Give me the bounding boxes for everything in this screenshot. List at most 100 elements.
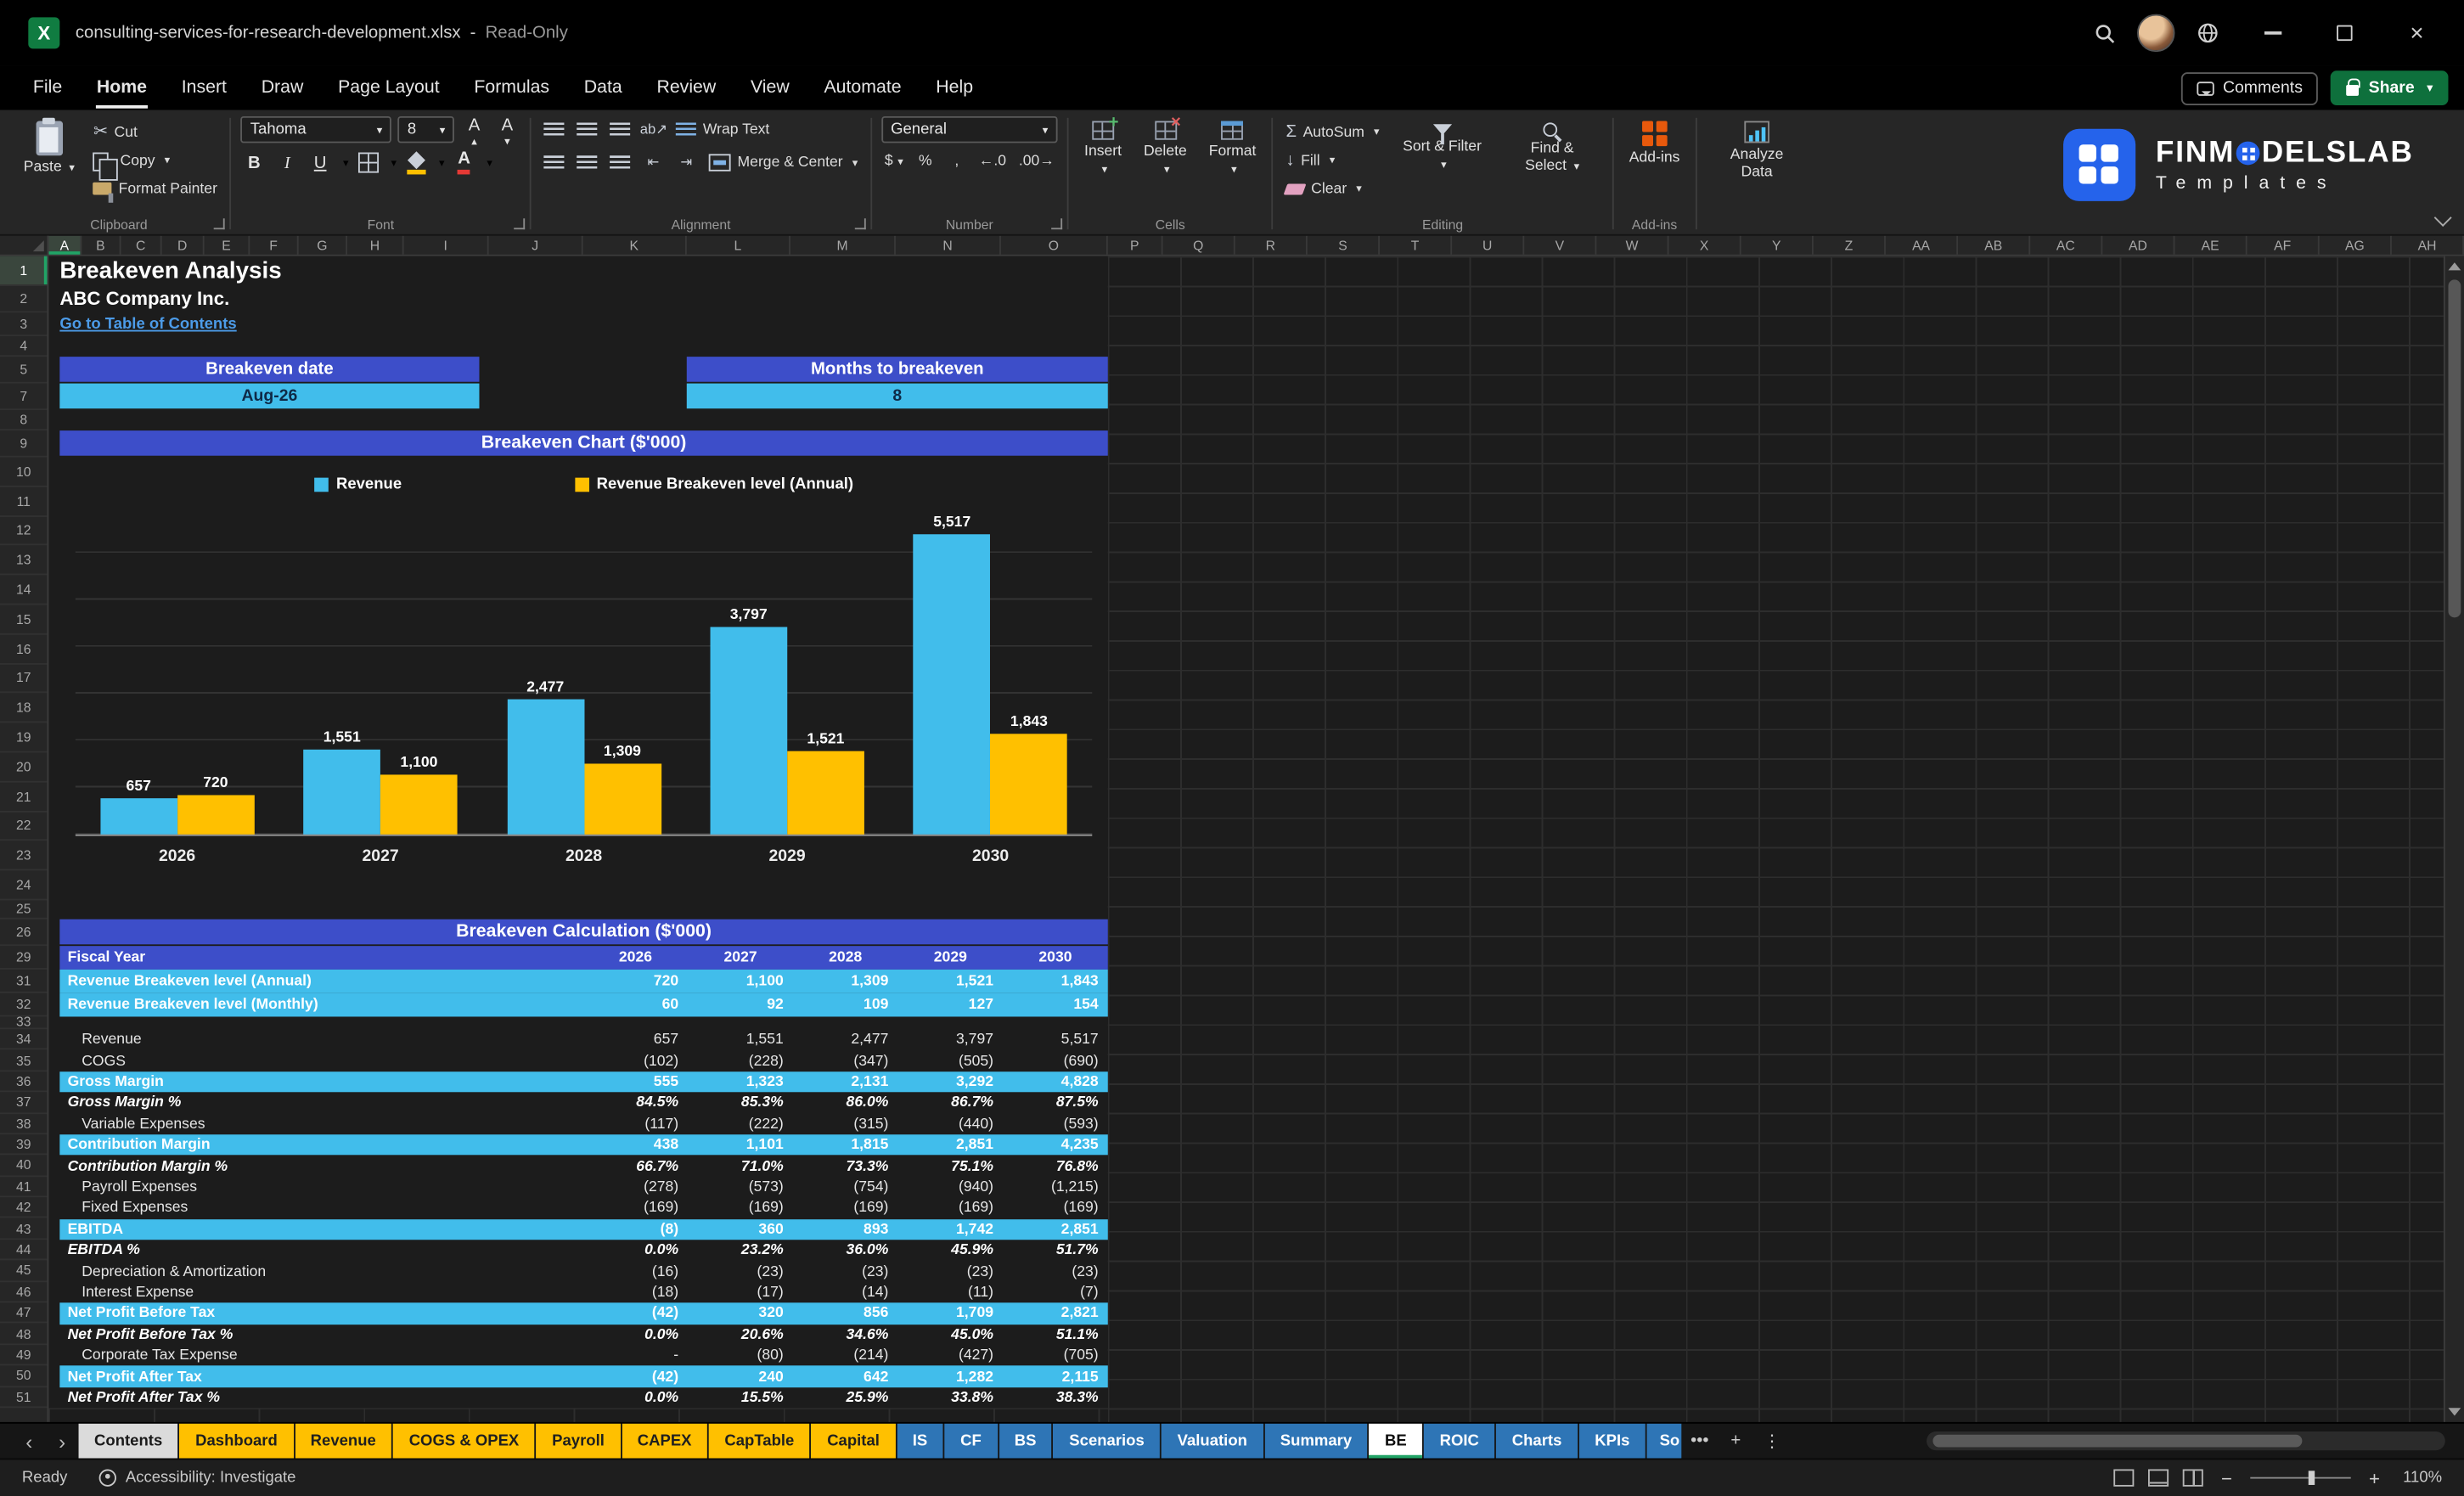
row-header-33[interactable]: 33 xyxy=(0,1015,48,1030)
row-header-31[interactable]: 31 xyxy=(0,970,48,993)
vertical-scrollbar[interactable] xyxy=(2443,256,2464,1422)
row-header-37[interactable]: 37 xyxy=(0,1093,48,1114)
cell-value[interactable]: 36.0% xyxy=(793,1241,898,1258)
cell-value[interactable]: 51.1% xyxy=(1003,1326,1108,1343)
cell-value[interactable]: 2,821 xyxy=(1003,1305,1108,1322)
row-header-10[interactable]: 10 xyxy=(0,458,48,487)
table-row-depreciation-amortization[interactable]: Depreciation & Amortization (16) (23) (23)(… xyxy=(59,1261,1107,1282)
table-row-net-profit-after-tax[interactable]: Net Profit After Tax % 0.0% 15.5% 25.9% 33.8… xyxy=(59,1387,1107,1409)
horizontal-scrollbar[interactable] xyxy=(1927,1431,2445,1451)
cell-value[interactable]: (705) xyxy=(1003,1347,1108,1364)
row-header-15[interactable]: 15 xyxy=(0,605,48,635)
format-cells-button[interactable]: Format ▾ xyxy=(1202,116,1263,183)
sheet-tab-kpis[interactable]: KPIs xyxy=(1578,1423,1645,1459)
menu-tab-help[interactable]: Help xyxy=(919,66,990,110)
font-size-combo[interactable]: 8 ▾ xyxy=(397,115,455,143)
row-header-8[interactable]: 8 xyxy=(0,410,48,431)
row-header-11[interactable]: 11 xyxy=(0,486,48,517)
cell-value[interactable]: (278) xyxy=(583,1178,689,1195)
row-header-20[interactable]: 20 xyxy=(0,752,48,783)
column-header-z[interactable]: Z xyxy=(1814,235,1886,255)
column-header-ag[interactable]: AG xyxy=(2320,235,2392,255)
cell-value[interactable]: 1,709 xyxy=(898,1305,1004,1322)
cell-value[interactable]: 109 xyxy=(793,996,898,1013)
menu-tab-page-layout[interactable]: Page Layout xyxy=(321,66,457,110)
zoom-out-button[interactable]: − xyxy=(2217,1467,2236,1489)
zoom-slider[interactable] xyxy=(2250,1469,2351,1486)
table-row-payroll-expenses[interactable]: Payroll Expenses (278) (573) (754) (940) (1,2… xyxy=(59,1177,1107,1198)
row-header-50[interactable]: 50 xyxy=(0,1366,48,1387)
cell-value[interactable]: 33.8% xyxy=(898,1389,1004,1406)
bar-revenue-breakeven-level-annual[interactable]: 1,521 xyxy=(787,731,864,835)
row-header-26[interactable]: 26 xyxy=(0,920,48,947)
bar[interactable] xyxy=(506,699,584,835)
cell-value[interactable]: 34.6% xyxy=(793,1326,898,1343)
table-row-ebitda[interactable]: EBITDA % 0.0% 23.2% 36.0% 45.9% 51.7% xyxy=(59,1240,1107,1261)
cell-value[interactable]: (18) xyxy=(583,1284,689,1301)
row-header-43[interactable]: 43 xyxy=(0,1218,48,1240)
bar[interactable] xyxy=(380,774,458,835)
cell-value[interactable]: 657 xyxy=(583,1031,689,1048)
row-header-21[interactable]: 21 xyxy=(0,782,48,813)
cell-value[interactable]: 320 xyxy=(688,1305,793,1322)
page-break-view-button[interactable] xyxy=(2182,1469,2203,1487)
row-header-9[interactable]: 9 xyxy=(0,430,48,458)
column-header-q[interactable]: Q xyxy=(1163,235,1235,255)
wrap-text-button[interactable]: Wrap Text xyxy=(673,117,773,143)
cell-value[interactable]: 720 xyxy=(583,973,689,990)
column-header-j[interactable]: J xyxy=(489,235,583,255)
find-select-button[interactable]: Find & Select ▾ xyxy=(1502,116,1602,181)
insert-cells-button[interactable]: Insert▾ xyxy=(1078,113,1128,183)
row-header-16[interactable]: 16 xyxy=(0,634,48,665)
cell-value[interactable]: 25.9% xyxy=(793,1389,898,1406)
bar-revenue[interactable]: 5,517 xyxy=(913,514,991,835)
column-header-af[interactable]: AF xyxy=(2247,235,2320,255)
sheet-tab-contents[interactable]: Contents xyxy=(78,1423,178,1459)
sheet-tab-so[interactable]: So xyxy=(1646,1423,1682,1459)
cell-value[interactable]: (440) xyxy=(898,1116,1004,1133)
column-header-x[interactable]: X xyxy=(1669,235,1741,255)
cell-value[interactable]: 154 xyxy=(1003,996,1108,1013)
menu-tab-automate[interactable]: Automate xyxy=(807,66,919,110)
cell-value[interactable]: 2,851 xyxy=(898,1136,1004,1153)
align-center-button[interactable] xyxy=(574,149,600,176)
row-header-46[interactable]: 46 xyxy=(0,1282,48,1303)
globe-icon[interactable] xyxy=(2185,9,2232,57)
cell-value[interactable]: 4,828 xyxy=(1003,1073,1108,1090)
column-header-ab[interactable]: AB xyxy=(1958,235,2031,255)
scroll-up-arrow[interactable] xyxy=(2445,256,2464,277)
cell-value[interactable]: 85.3% xyxy=(688,1094,793,1111)
font-color-button[interactable]: A xyxy=(451,149,477,176)
bar-revenue-breakeven-level-annual[interactable]: 1,843 xyxy=(990,713,1068,835)
cell-value[interactable]: 360 xyxy=(688,1221,793,1238)
column-header-o[interactable]: O xyxy=(1001,235,1108,255)
row-header-38[interactable]: 38 xyxy=(0,1113,48,1135)
menu-tab-insert[interactable]: Insert xyxy=(164,66,244,110)
align-top-button[interactable] xyxy=(541,116,567,143)
cell-value[interactable]: 1,101 xyxy=(688,1136,793,1153)
zoom-slider-thumb[interactable] xyxy=(2308,1471,2315,1485)
cell-value[interactable]: 1,309 xyxy=(793,973,898,990)
column-header-h[interactable]: H xyxy=(347,235,404,255)
minimize-button[interactable] xyxy=(2241,0,2304,66)
column-header-aa[interactable]: AA xyxy=(1886,235,1959,255)
cell-value[interactable]: (42) xyxy=(583,1368,689,1385)
paste-button[interactable]: Paste ▾ xyxy=(17,116,81,183)
row-header-39[interactable]: 39 xyxy=(0,1134,48,1156)
number-dialog-launcher[interactable] xyxy=(1051,218,1063,230)
table-row-fixed-expenses[interactable]: Fixed Expenses (169) (169) (169) (169) (169) xyxy=(59,1198,1107,1219)
cell-value[interactable]: (42) xyxy=(583,1305,689,1322)
row-header-18[interactable]: 18 xyxy=(0,694,48,723)
cell-value[interactable]: (169) xyxy=(1003,1200,1108,1217)
sheet-tab-is[interactable]: IS xyxy=(897,1423,943,1459)
cell-value[interactable]: 1,282 xyxy=(898,1368,1004,1385)
table-row-contribution-margin[interactable]: Contribution Margin 438 1,101 1,815 2,851 4,2… xyxy=(59,1134,1108,1156)
currency-button[interactable]: $ ▾ xyxy=(881,149,907,173)
bar[interactable] xyxy=(99,798,177,835)
table-row-net-profit-before-tax[interactable]: Net Profit Before Tax (42) 320 856 1,709 2,82… xyxy=(59,1302,1108,1324)
bar[interactable] xyxy=(303,750,381,835)
cell-value[interactable]: 1,843 xyxy=(1003,973,1108,990)
bold-button[interactable]: B xyxy=(241,149,267,176)
bar[interactable] xyxy=(583,762,661,835)
cut-button[interactable]: ✂ Cut xyxy=(90,120,220,145)
